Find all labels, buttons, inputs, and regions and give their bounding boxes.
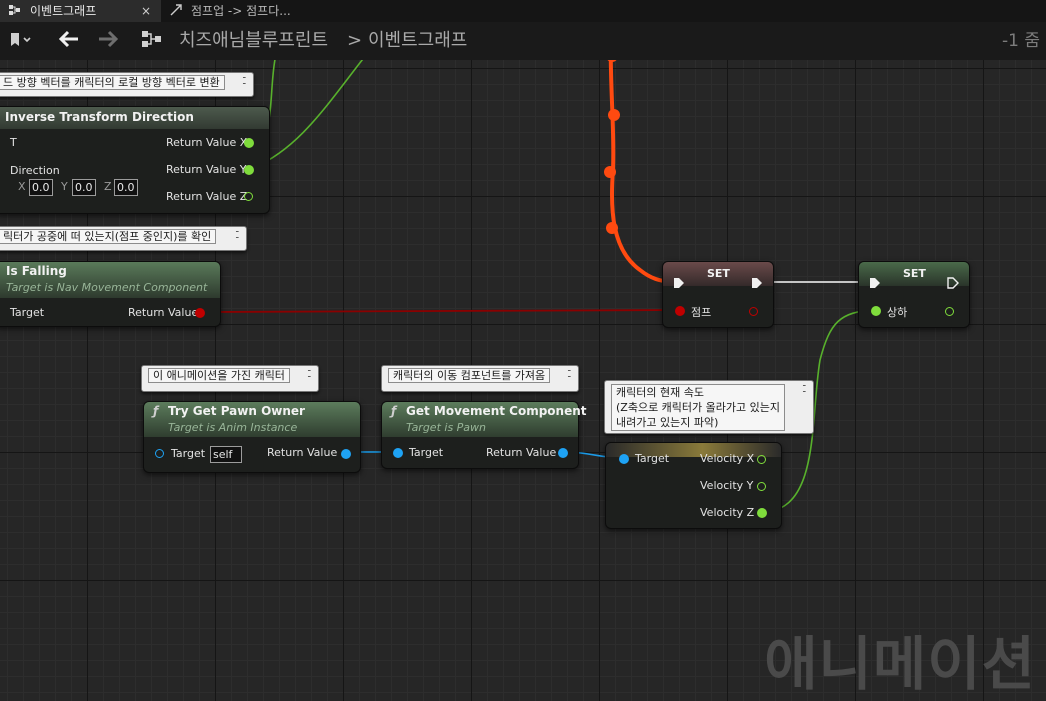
- node-subtitle: Target is Pawn: [406, 421, 487, 434]
- comment-bubble[interactable]: 이 애니메이션을 가진 캐릭터 ⁃ ⁃: [141, 365, 319, 392]
- jump-in-pin[interactable]: [675, 306, 685, 316]
- comment-bubble[interactable]: 캐릭터의 이동 컴포넌트를 가져옴 ⁃ ⁃: [381, 365, 579, 392]
- pin-label-target: Target: [635, 452, 670, 465]
- tab-label: 이벤트그래프: [30, 4, 97, 18]
- comment-line: 캐릭터의 현재 속도: [616, 386, 704, 399]
- tab-label: 점프업 -> 점프다...: [191, 4, 291, 18]
- comment-text: 이 애니메이션을 가진 캐릭터: [148, 368, 290, 383]
- return-value-pin[interactable]: [341, 449, 351, 459]
- pin-label-t: T: [10, 136, 17, 149]
- breadcrumb-blueprint[interactable]: 치즈애님블루프린트: [179, 22, 328, 60]
- set-jump-node[interactable]: SET 점프: [662, 261, 774, 328]
- pin-label-target: Target: [10, 306, 45, 319]
- pin-label-direction: Direction: [10, 164, 60, 177]
- node-subtitle: Target is Anim Instance: [168, 421, 298, 434]
- return-value-pin[interactable]: [558, 448, 568, 458]
- pin-label-velocity-x: Velocity X: [700, 452, 755, 465]
- graph-icon: [141, 22, 163, 60]
- return-y-pin[interactable]: [244, 165, 254, 175]
- pin-icon[interactable]: ⁃ ⁃: [307, 368, 314, 383]
- target-pin[interactable]: [393, 448, 403, 458]
- y-label: Y: [61, 180, 68, 193]
- pin-icon[interactable]: ⁃ ⁃: [235, 229, 242, 244]
- pin-icon[interactable]: ⁃ ⁃: [802, 383, 809, 398]
- comment-text: 드 방향 벡터를 캐릭터의 로컬 방향 벡터로 변환: [0, 75, 225, 90]
- close-icon[interactable]: ×: [141, 0, 151, 22]
- updown-in-pin[interactable]: [871, 306, 881, 316]
- try-get-pawn-owner-node[interactable]: ƒ Try Get Pawn Owner Target is Anim Inst…: [143, 401, 361, 473]
- pin-label-updown: 상하: [887, 306, 908, 319]
- comment-text: 캐릭터의 이동 컴포넌트를 가져옴: [388, 368, 551, 383]
- exec-in-pin[interactable]: [869, 277, 881, 289]
- return-x-pin[interactable]: [244, 138, 254, 148]
- event-graph-icon: [9, 0, 21, 22]
- target-pin[interactable]: [619, 454, 629, 464]
- transition-icon: [170, 0, 182, 22]
- back-arrow-icon[interactable]: [58, 22, 80, 60]
- inverse-transform-direction-node[interactable]: Inverse Transform Direction T Direction …: [0, 106, 270, 214]
- pin-label-return-value: Return Value: [128, 306, 199, 319]
- exec-out-pin[interactable]: [751, 277, 763, 289]
- pin-icon[interactable]: ⁃ ⁃: [567, 368, 574, 383]
- forward-arrow-icon[interactable]: [97, 22, 119, 60]
- tab-transition[interactable]: 점프업 -> 점프다...: [161, 0, 341, 22]
- tab-bar: 이벤트그래프 × 점프업 -> 점프다...: [0, 0, 1046, 22]
- node-title: SET: [903, 267, 926, 280]
- pin-label-return-value: Return Value: [486, 446, 557, 459]
- bookmark-icon[interactable]: [10, 22, 32, 60]
- velocity-z-pin[interactable]: [757, 508, 767, 518]
- updown-out-pin[interactable]: [945, 307, 954, 316]
- tab-event-graph[interactable]: 이벤트그래프 ×: [0, 0, 161, 22]
- breadcrumb-event-graph[interactable]: 이벤트그래프: [368, 22, 467, 60]
- comment-line: (Z축으로 캐릭터가 올라가고 있는지: [616, 401, 780, 414]
- comment-bubble[interactable]: 드 방향 벡터를 캐릭터의 로컬 방향 벡터로 변환 ⁃ ⁃: [0, 72, 254, 97]
- return-z-pin[interactable]: [244, 192, 253, 201]
- zoom-level: -1 줌: [1002, 31, 1040, 51]
- exec-in-pin[interactable]: [673, 277, 685, 289]
- pin-label-return-z: Return Value Z: [166, 190, 248, 203]
- set-updown-node[interactable]: SET 상하: [858, 261, 970, 328]
- pin-label-target: Target: [171, 447, 206, 460]
- breadcrumb-separator: >: [347, 30, 363, 51]
- pin-label-velocity-y: Velocity Y: [700, 479, 754, 492]
- velocity-y-pin[interactable]: [757, 482, 766, 491]
- node-title: Is Falling: [6, 264, 67, 278]
- comment-line: 내려가고 있는지 파악): [616, 416, 719, 429]
- is-falling-node[interactable]: Is Falling Target is Nav Movement Compon…: [0, 261, 221, 327]
- node-title: Get Movement Component: [406, 404, 587, 418]
- graph-toolbar: 치즈애님블루프린트 > 이벤트그래프 -1 줌: [0, 22, 1046, 60]
- exec-out-pin[interactable]: [947, 277, 959, 289]
- z-label: Z: [104, 180, 112, 193]
- get-movement-component-node[interactable]: ƒ Get Movement Component Target is Pawn …: [381, 401, 587, 469]
- node-title: Try Get Pawn Owner: [168, 404, 305, 418]
- break-velocity-node[interactable]: Target Velocity X Velocity Y Velocity Z: [605, 442, 782, 529]
- target-pin[interactable]: [155, 449, 164, 458]
- pin-icon[interactable]: ⁃ ⁃: [242, 75, 249, 90]
- comment-text: 릭터가 공중에 떠 있는지(점프 중인지)를 확인: [0, 229, 217, 244]
- node-title: SET: [707, 267, 730, 280]
- function-icon: ƒ: [391, 404, 397, 418]
- pin-label-velocity-z: Velocity Z: [700, 506, 755, 519]
- graph-watermark: 애니메이션: [764, 630, 1036, 698]
- pin-label-jump: 점프: [691, 306, 712, 319]
- graph-canvas[interactable]: 드 방향 벡터를 캐릭터의 로컬 방향 벡터로 변환 ⁃ ⁃ 릭터가 공중에 떠 …: [0, 60, 1046, 701]
- direction-x-field[interactable]: 0.0: [29, 179, 53, 196]
- comment-bubble[interactable]: 릭터가 공중에 떠 있는지(점프 중인지)를 확인 ⁃ ⁃: [0, 226, 247, 251]
- return-value-pin[interactable]: [195, 308, 205, 318]
- direction-z-field[interactable]: 0.0: [114, 179, 138, 196]
- x-label: X: [18, 180, 26, 193]
- self-value-field[interactable]: self: [210, 446, 242, 463]
- node-title: Inverse Transform Direction: [5, 110, 194, 124]
- velocity-x-pin[interactable]: [757, 455, 766, 464]
- pin-label-return-y: Return Value Y: [166, 163, 247, 176]
- pin-label-target: Target: [409, 446, 444, 459]
- comment-bubble[interactable]: 캐릭터의 현재 속도 (Z축으로 캐릭터가 올라가고 있는지 내려가고 있는지 …: [604, 380, 814, 434]
- pin-label-return-value: Return Value: [267, 446, 338, 459]
- node-subtitle: Target is Nav Movement Component: [6, 281, 208, 294]
- function-icon: ƒ: [153, 404, 159, 418]
- node-header: [606, 443, 781, 457]
- direction-y-field[interactable]: 0.0: [72, 179, 96, 196]
- jump-out-pin[interactable]: [749, 307, 758, 316]
- pin-label-return-x: Return Value X: [166, 136, 248, 149]
